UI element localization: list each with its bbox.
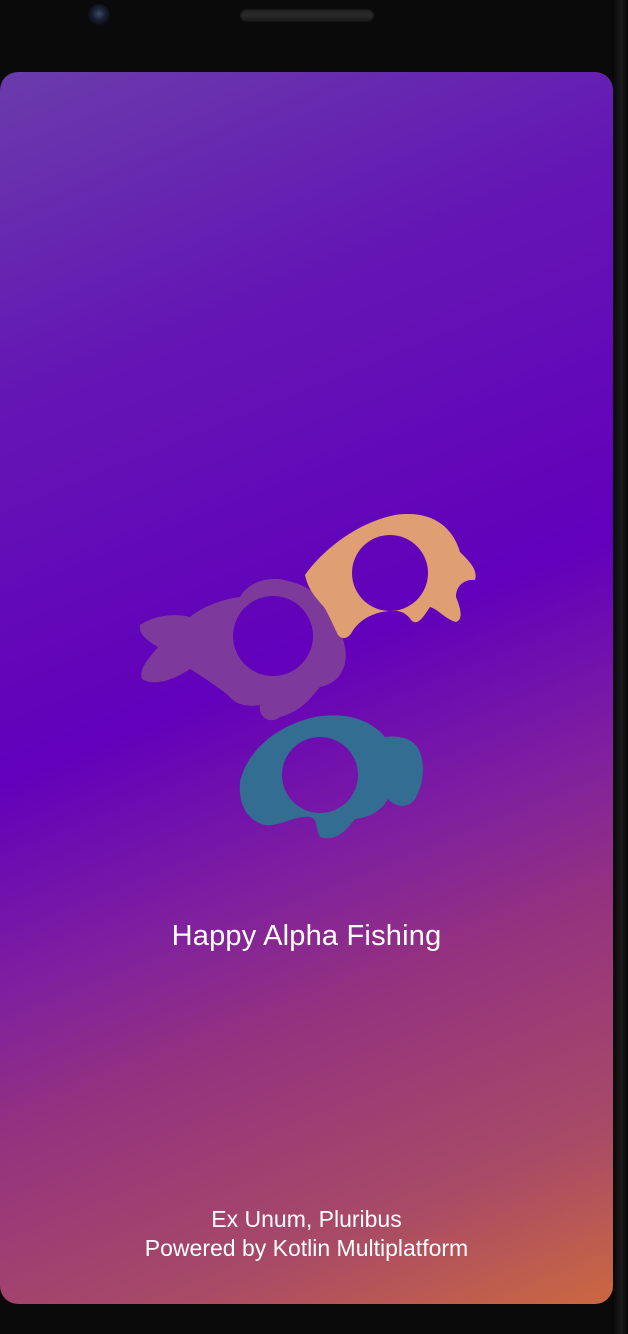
powered-by-label: Powered by Kotlin Multiplatform xyxy=(144,1235,469,1261)
splash-footer: Ex Unum, Pluribus Powered by Kotlin Mult… xyxy=(0,1205,613,1263)
phone-device: Happy Alpha Fishing Ex Unum, Pluribus Po… xyxy=(0,0,628,1334)
app-title: Happy Alpha Fishing xyxy=(171,920,442,952)
earpiece-speaker xyxy=(240,8,374,22)
front-camera xyxy=(88,4,110,26)
teal-fish-icon xyxy=(239,715,423,839)
app-motto: Ex Unum, Pluribus xyxy=(211,1206,402,1232)
splash-screen: Happy Alpha Fishing Ex Unum, Pluribus Po… xyxy=(0,72,613,1304)
fish-logo-icon xyxy=(139,514,476,839)
device-bezel xyxy=(612,0,628,1334)
purple-fish-icon xyxy=(139,578,346,721)
